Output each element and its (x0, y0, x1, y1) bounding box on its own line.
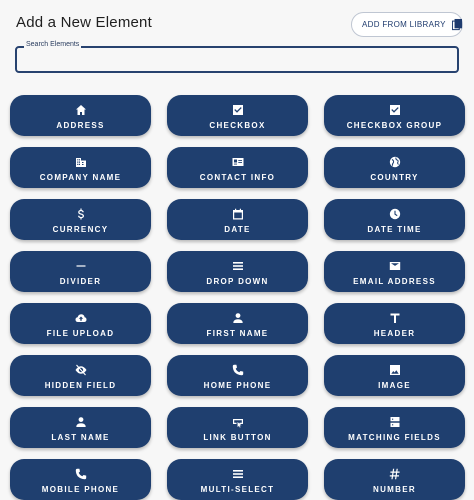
element-tile-label: EMAIL ADDRESS (353, 277, 436, 286)
element-tile-header[interactable]: HEADER (324, 303, 465, 344)
element-tile-label: MULTI-SELECT (200, 485, 275, 494)
element-tile-checkbox-group[interactable]: CHECKBOX GROUP (324, 95, 465, 136)
element-tile-address[interactable]: ADDRESS (10, 95, 151, 136)
element-tile-hidden-field[interactable]: HIDDEN FIELD (10, 355, 151, 396)
element-tile-label: COUNTRY (370, 173, 419, 182)
element-tile-date[interactable]: DATE (167, 199, 308, 240)
phone-icon (232, 363, 244, 377)
element-tile-first-name[interactable]: FIRST NAME (167, 303, 308, 344)
element-tile-label: IMAGE (378, 381, 411, 390)
element-tile-label: NUMBER (373, 485, 416, 494)
element-tile-contact-info[interactable]: CONTACT INFO (167, 147, 308, 188)
element-tile-number[interactable]: NUMBER (324, 459, 465, 500)
element-tile-image[interactable]: IMAGE (324, 355, 465, 396)
element-tile-divider[interactable]: DIVIDER (10, 251, 151, 292)
element-tile-label: DIVIDER (59, 277, 102, 286)
text-t-icon (389, 311, 401, 325)
element-tile-company-name[interactable]: COMPANY NAME (10, 147, 151, 188)
element-tile-drop-down[interactable]: DROP DOWN (167, 251, 308, 292)
globe-icon (389, 155, 401, 169)
element-tile-country[interactable]: COUNTRY (324, 147, 465, 188)
building-icon (75, 155, 87, 169)
element-tile-last-name[interactable]: LAST NAME (10, 407, 151, 448)
element-tile-label: CONTACT INFO (199, 173, 276, 182)
calendar-icon (232, 207, 244, 221)
add-from-library-button[interactable]: ADD FROM LIBRARY (351, 12, 463, 37)
element-tile-label: MOBILE PHONE (41, 485, 120, 494)
search-elements-label: Search Elements (24, 41, 82, 48)
phone-icon (75, 467, 87, 481)
element-tile-file-upload[interactable]: FILE UPLOAD (10, 303, 151, 344)
matching-fields-icon (389, 415, 401, 429)
element-tile-mobile-phone[interactable]: MOBILE PHONE (10, 459, 151, 500)
cloud-upload-icon (75, 311, 87, 325)
element-tile-label: CURRENCY (52, 225, 109, 234)
element-tile-label: ADDRESS (56, 121, 105, 130)
element-tile-label: CHECKBOX (209, 121, 266, 130)
element-tile-matching-fields[interactable]: MATCHING FIELDS (324, 407, 465, 448)
checkbox-icon (389, 103, 401, 117)
list-icon (232, 259, 244, 273)
element-tile-label: LINK BUTTON (203, 433, 272, 442)
element-tile-label: LAST NAME (51, 433, 110, 442)
minus-icon (75, 259, 87, 273)
clock-icon (389, 207, 401, 221)
element-tile-label: HOME PHONE (203, 381, 272, 390)
add-from-library-label: ADD FROM LIBRARY (362, 20, 446, 29)
page-title: Add a New Element (16, 14, 152, 31)
element-tile-date-time[interactable]: DATE TIME (324, 199, 465, 240)
person-icon (232, 311, 244, 325)
element-tile-label: CHECKBOX GROUP (346, 121, 443, 130)
element-tile-email-address[interactable]: EMAIL ADDRESS (324, 251, 465, 292)
image-icon (389, 363, 401, 377)
search-input[interactable] (17, 48, 457, 71)
element-tile-label: DATE TIME (367, 225, 422, 234)
eye-off-icon (75, 363, 87, 377)
element-tile-label: FIRST NAME (206, 329, 269, 338)
search-elements-field[interactable]: Search Elements (15, 41, 459, 73)
dollar-icon (75, 207, 87, 221)
element-tile-label: MATCHING FIELDS (348, 433, 441, 442)
hash-icon (389, 467, 401, 481)
element-tile-label: DATE (224, 225, 251, 234)
checkbox-icon (232, 103, 244, 117)
element-grid: ADDRESS CHECKBOX CHECKBOX GROUP COMPANY NAM… (10, 95, 465, 500)
element-tile-label: HIDDEN FIELD (44, 381, 117, 390)
element-tile-label: FILE UPLOAD (46, 329, 115, 338)
mail-icon (389, 259, 401, 273)
contact-card-icon (232, 155, 244, 169)
list-icon (232, 467, 244, 481)
element-tile-label: HEADER (373, 329, 416, 338)
element-tile-label: DROP DOWN (206, 277, 269, 286)
home-icon (75, 103, 87, 117)
person-icon (75, 415, 87, 429)
element-tile-home-phone[interactable]: HOME PHONE (167, 355, 308, 396)
link-button-icon (232, 415, 244, 429)
library-book-icon (451, 18, 462, 31)
element-tile-label: COMPANY NAME (39, 173, 122, 182)
element-tile-checkbox[interactable]: CHECKBOX (167, 95, 308, 136)
element-tile-multi-select[interactable]: MULTI-SELECT (167, 459, 308, 500)
element-tile-currency[interactable]: CURRENCY (10, 199, 151, 240)
element-tile-link-button[interactable]: LINK BUTTON (167, 407, 308, 448)
